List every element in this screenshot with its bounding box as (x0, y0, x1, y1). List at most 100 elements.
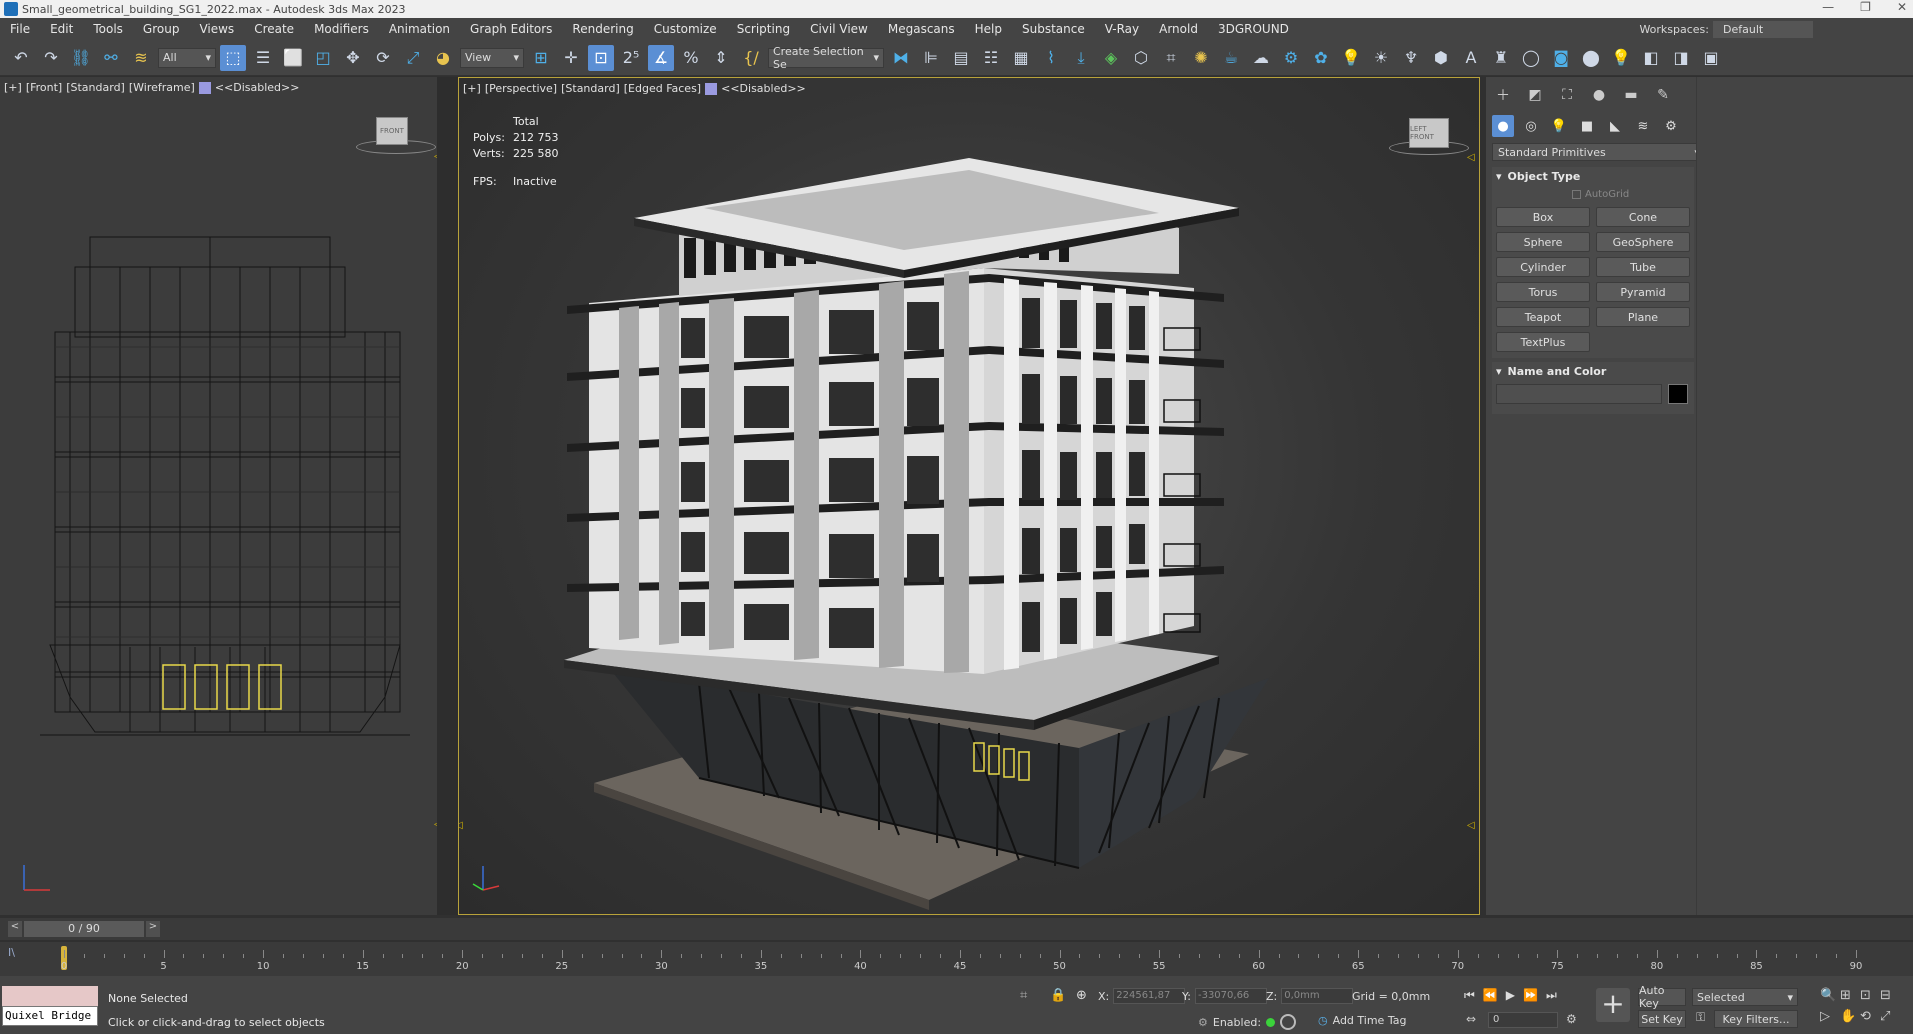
field-of-view-icon[interactable]: ▷ (1820, 1009, 1840, 1024)
minimize-button[interactable]: — (1822, 0, 1834, 14)
menu-edit[interactable]: Edit (40, 22, 83, 36)
set-keys-icon[interactable]: + (1596, 988, 1630, 1022)
menu-animation[interactable]: Animation (379, 22, 460, 36)
z-coordinate-field[interactable]: 0,0mm (1281, 988, 1354, 1004)
object-color-swatch[interactable] (1668, 384, 1688, 404)
plane-button[interactable]: Plane (1596, 307, 1690, 327)
cone-button[interactable]: Cone (1596, 207, 1690, 227)
menu-help[interactable]: Help (965, 22, 1012, 36)
vray-sphere-icon[interactable]: ◯ (1518, 45, 1544, 71)
lights-icon[interactable]: 💡 (1548, 115, 1570, 137)
slate-material-editor-icon[interactable]: ⬡ (1128, 45, 1154, 71)
menu-3dground[interactable]: 3DGROUND (1208, 22, 1299, 36)
textplus-button[interactable]: TextPlus (1496, 332, 1590, 352)
menu-modifiers[interactable]: Modifiers (304, 22, 379, 36)
redo-icon[interactable]: ↷ (38, 45, 64, 71)
zoom-icon[interactable]: 🔍 (1820, 988, 1840, 1003)
pan-icon[interactable]: ✋ (1840, 1009, 1860, 1024)
isolate-selection-icon[interactable]: ⌗ (1020, 988, 1027, 1003)
primitive-category-dropdown[interactable]: Standard Primitives ▾ (1492, 143, 1706, 161)
menu-customize[interactable]: Customize (644, 22, 727, 36)
go-to-start-icon[interactable]: ⏮ (1464, 988, 1475, 1003)
render-in-cloud-icon[interactable]: ☁ (1248, 45, 1274, 71)
rectangular-selection-icon[interactable]: ⬜ (280, 45, 306, 71)
viewport-separator[interactable] (437, 77, 458, 915)
sphere-button[interactable]: Sphere (1496, 232, 1590, 252)
select-manipulate-icon[interactable]: ✛ (558, 45, 584, 71)
toggle-scene-explorer-icon[interactable]: ▤ (948, 45, 974, 71)
keyboard-shortcut-override-icon[interactable]: ⊡ (588, 44, 614, 71)
pyramid-button[interactable]: Pyramid (1596, 282, 1690, 302)
menu-rendering[interactable]: Rendering (562, 22, 643, 36)
material-editor-icon[interactable]: ◈ (1098, 45, 1124, 71)
vray-fur-icon[interactable]: A (1458, 45, 1484, 71)
menu-megascans[interactable]: Megascans (878, 22, 965, 36)
time-slider-thumb[interactable]: 0 / 90 (24, 921, 144, 937)
zoom-extents-icon[interactable]: ⊡ (1860, 988, 1880, 1003)
bind-space-warp-icon[interactable]: ≋ (128, 45, 154, 71)
go-to-end-icon[interactable]: ⏭ (1546, 988, 1557, 1003)
y-coordinate-field[interactable]: -33070,66 (1194, 988, 1267, 1004)
maxscript-listener[interactable]: Quixel Bridge (2, 986, 98, 1030)
menu-substance[interactable]: Substance (1012, 22, 1095, 36)
pivot-center-icon[interactable]: ⊞ (528, 45, 554, 71)
toggle-layer-explorer-icon[interactable]: ☷ (978, 45, 1004, 71)
play-icon[interactable]: ▶ (1506, 988, 1515, 1003)
undo-icon[interactable]: ↶ (8, 45, 34, 71)
vray-material-icon[interactable]: ◙ (1548, 45, 1574, 71)
motion-tab-icon[interactable]: ● (1588, 85, 1610, 105)
reference-coordinate-dropdown[interactable]: View ▾ (460, 47, 524, 68)
autogrid-checkbox[interactable]: AutoGrid (1492, 185, 1694, 203)
menu-create[interactable]: Create (244, 22, 304, 36)
viewport-layout-icon[interactable]: ◧ (1638, 45, 1664, 71)
time-configuration-icon[interactable]: ⚙ (1566, 1012, 1577, 1026)
key-mode-dropdown[interactable]: Selected ▾ (1692, 988, 1798, 1006)
key-filters-button[interactable]: Key Filters... (1714, 1010, 1798, 1028)
vray-dome-light-icon[interactable]: ♆ (1398, 45, 1424, 71)
current-frame-field[interactable]: 0 (1488, 1012, 1558, 1028)
mirror-icon[interactable]: ⧓ (888, 45, 914, 71)
curve-editor-toggle-icon[interactable]: I\ (8, 946, 48, 972)
zoom-all-icon[interactable]: ⊞ (1840, 988, 1860, 1003)
curve-editor-icon[interactable]: ⌇ (1038, 45, 1064, 71)
helpers-icon[interactable]: ◣ (1604, 115, 1626, 137)
menu-graph-editors[interactable]: Graph Editors (460, 22, 562, 36)
geometry-icon[interactable]: ● (1492, 115, 1514, 137)
display-tab-icon[interactable]: ▬ (1620, 85, 1642, 105)
utilities-tab-icon[interactable]: ✎ (1652, 85, 1674, 105)
spinner-snap-icon[interactable]: ⇕ (708, 45, 734, 71)
angle-snap-icon[interactable]: ∡ (648, 44, 674, 71)
maxscript-input[interactable]: Quixel Bridge (2, 1006, 98, 1026)
percent-snap-icon[interactable]: % (678, 45, 704, 71)
maximize-viewport-icon[interactable]: ⤢ (1880, 1009, 1900, 1024)
menu-views[interactable]: Views (189, 22, 244, 36)
close-button[interactable]: ✕ (1897, 0, 1907, 14)
selection-lock-icon[interactable]: 🔒 (1050, 988, 1066, 1003)
previous-key-icon[interactable]: ⏪ (1483, 988, 1498, 1003)
tube-button[interactable]: Tube (1596, 257, 1690, 277)
menu-tools[interactable]: Tools (83, 22, 133, 36)
menu-arnold[interactable]: Arnold (1149, 22, 1208, 36)
move-icon[interactable]: ✥ (340, 45, 366, 71)
select-by-name-icon[interactable]: ☰ (250, 45, 276, 71)
restore-button[interactable]: ❐ (1860, 0, 1871, 14)
schematic-view-icon[interactable]: ⤓ (1068, 45, 1094, 71)
box-button[interactable]: Box (1496, 207, 1590, 227)
viewport-layout-2-icon[interactable]: ◨ (1668, 45, 1694, 71)
space-warps-icon[interactable]: ≋ (1632, 115, 1654, 137)
toggle-ribbon-icon[interactable]: ▦ (1008, 45, 1034, 71)
menu-scripting[interactable]: Scripting (727, 22, 800, 36)
menu-vray[interactable]: V-Ray (1095, 22, 1149, 36)
auto-key-button[interactable]: Auto Key (1638, 984, 1686, 1010)
unlink-icon[interactable]: ⚯ (98, 45, 124, 71)
light-lister-icon[interactable]: 💡 (1608, 45, 1634, 71)
named-selection-set-dropdown[interactable]: Create Selection Se ▾ (768, 45, 884, 71)
vray-clipper-icon[interactable]: ⬤ (1578, 45, 1604, 71)
time-tag[interactable]: ◷ Add Time Tag (1318, 1014, 1406, 1027)
rendered-frame-window-icon[interactable]: ✺ (1188, 45, 1214, 71)
scale-icon[interactable]: ⤢ (400, 45, 426, 71)
enabled-toggle-icon[interactable] (1280, 1014, 1297, 1030)
name-and-color-header[interactable]: ▾ Name and Color (1492, 362, 1694, 380)
vray-render-icon[interactable]: ✿ (1308, 45, 1334, 71)
set-key-button[interactable]: Set Key (1638, 1010, 1686, 1028)
